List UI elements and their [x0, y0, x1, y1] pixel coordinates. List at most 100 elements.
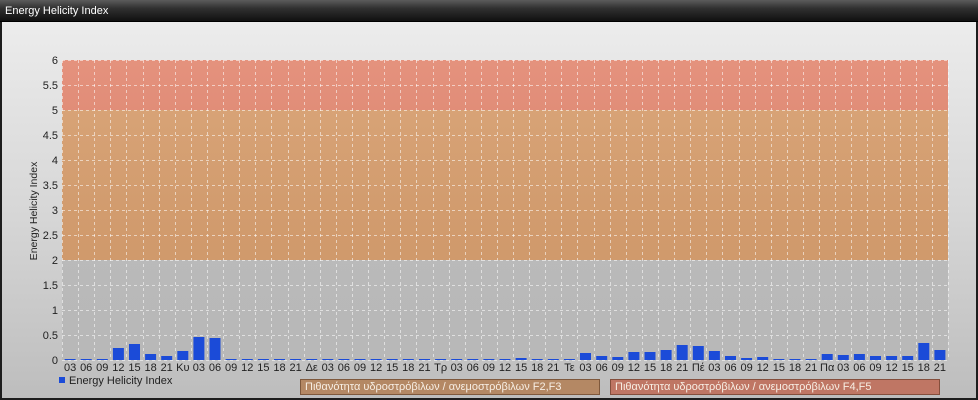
x-tick-label: 21 [934, 362, 946, 374]
bar[interactable] [789, 359, 801, 360]
bar[interactable] [64, 359, 76, 360]
bar[interactable] [290, 359, 302, 360]
y-tick-label: 2.5 [43, 230, 58, 242]
bar[interactable] [741, 358, 753, 360]
x-tick-label: 12 [370, 362, 382, 374]
bar[interactable] [241, 359, 253, 360]
chart-window: Energy Helicity Index 03 06 09 12 15 18 21 Κυ 03… [0, 0, 978, 400]
bar[interactable] [483, 359, 495, 360]
bar[interactable] [419, 359, 430, 360]
x-tick-label: 06 [467, 362, 479, 374]
x-tick-label: 06 [853, 362, 865, 374]
bar[interactable] [145, 354, 157, 360]
bar[interactable] [225, 359, 237, 360]
legend-item[interactable]: Energy Helicity Index [59, 374, 172, 388]
x-tick-label: 12 [757, 362, 769, 374]
bar[interactable] [96, 359, 108, 360]
x-tick-label: Τε [564, 362, 575, 374]
bar[interactable] [837, 355, 849, 360]
bar[interactable] [370, 359, 382, 360]
bar[interactable] [692, 346, 704, 360]
bar[interactable] [402, 359, 414, 360]
bar[interactable] [499, 359, 511, 360]
bar[interactable] [129, 344, 140, 360]
bar[interactable] [161, 356, 173, 360]
x-tick-label: 06 [338, 362, 350, 374]
x-tick-label: 21 [289, 362, 301, 374]
bar[interactable] [725, 356, 736, 360]
bar[interactable] [531, 359, 543, 360]
x-tick-label: 03 [451, 362, 463, 374]
bar[interactable] [853, 354, 865, 360]
y-tick-label: 4.5 [43, 130, 58, 142]
x-tick-label: 03 [193, 362, 205, 374]
bar[interactable] [354, 359, 366, 360]
bar[interactable] [934, 350, 946, 360]
bar[interactable] [660, 350, 672, 360]
x-tick-label: 06 [596, 362, 608, 374]
bar[interactable] [918, 343, 930, 360]
bar[interactable] [80, 359, 92, 360]
bar[interactable] [805, 359, 817, 360]
x-tick-label: 12 [499, 362, 511, 374]
x-tick-label: 15 [773, 362, 785, 374]
bar[interactable] [676, 345, 688, 360]
x-tick-label: 06 [209, 362, 221, 374]
bar[interactable] [177, 351, 189, 360]
x-tick-label: 06 [80, 362, 92, 374]
bar[interactable] [757, 357, 769, 360]
x-tick-label: 09 [354, 362, 366, 374]
x-tick-label: 12 [241, 362, 253, 374]
bar[interactable] [547, 359, 559, 360]
legend-marker [59, 377, 65, 383]
x-tick-label: Πα [820, 362, 835, 374]
x-tick-label: 09 [225, 362, 237, 374]
bar[interactable] [435, 359, 447, 360]
annotation-f4-f5: Πιθανότητα υδροστρόβιλων / ανεμοστρόβιλω… [610, 379, 940, 395]
bar[interactable] [322, 359, 334, 360]
bar[interactable] [274, 359, 285, 360]
bar[interactable] [886, 356, 898, 360]
bar[interactable] [257, 359, 269, 360]
x-tick-label: 18 [531, 362, 543, 374]
bar[interactable] [773, 359, 785, 360]
bar[interactable] [338, 359, 350, 360]
bar[interactable] [821, 354, 833, 360]
y-axis-title: Energy Helicity Index [28, 161, 40, 260]
x-tick-label: 09 [483, 362, 495, 374]
x-tick-label: 12 [112, 362, 124, 374]
x-tick-label: 18 [789, 362, 801, 374]
x-tick-label: 09 [869, 362, 881, 374]
x-tick-label: Δε [306, 362, 318, 374]
x-tick-label: 18 [402, 362, 414, 374]
bar[interactable] [644, 352, 656, 360]
bar[interactable] [708, 351, 720, 360]
x-tick-label: 21 [676, 362, 688, 374]
bar[interactable] [193, 337, 205, 360]
bar[interactable] [467, 359, 479, 360]
x-tick-label: 03 [322, 362, 334, 374]
x-tick-label: 09 [96, 362, 108, 374]
bar[interactable] [612, 357, 624, 360]
bar[interactable] [902, 356, 914, 360]
bar[interactable] [306, 359, 318, 360]
x-tick-label: Τρ [434, 362, 447, 374]
x-tick-label: 21 [805, 362, 817, 374]
bar[interactable] [451, 359, 463, 360]
bar[interactable] [386, 359, 398, 360]
bar[interactable] [209, 338, 221, 360]
bar[interactable] [112, 348, 124, 360]
bar[interactable] [515, 358, 527, 360]
bar[interactable] [563, 359, 575, 360]
x-tick-label: 12 [628, 362, 640, 374]
bar[interactable] [580, 353, 591, 360]
bar[interactable] [596, 356, 608, 360]
y-tick-label: 1 [52, 305, 58, 317]
x-tick-label: Κυ [176, 362, 189, 374]
bar[interactable] [870, 356, 881, 360]
x-tick-label: 21 [161, 362, 173, 374]
bar[interactable] [628, 352, 640, 360]
x-tick-label: 15 [515, 362, 527, 374]
x-tick-label: 15 [257, 362, 269, 374]
y-tick-label: 1.5 [43, 280, 58, 292]
